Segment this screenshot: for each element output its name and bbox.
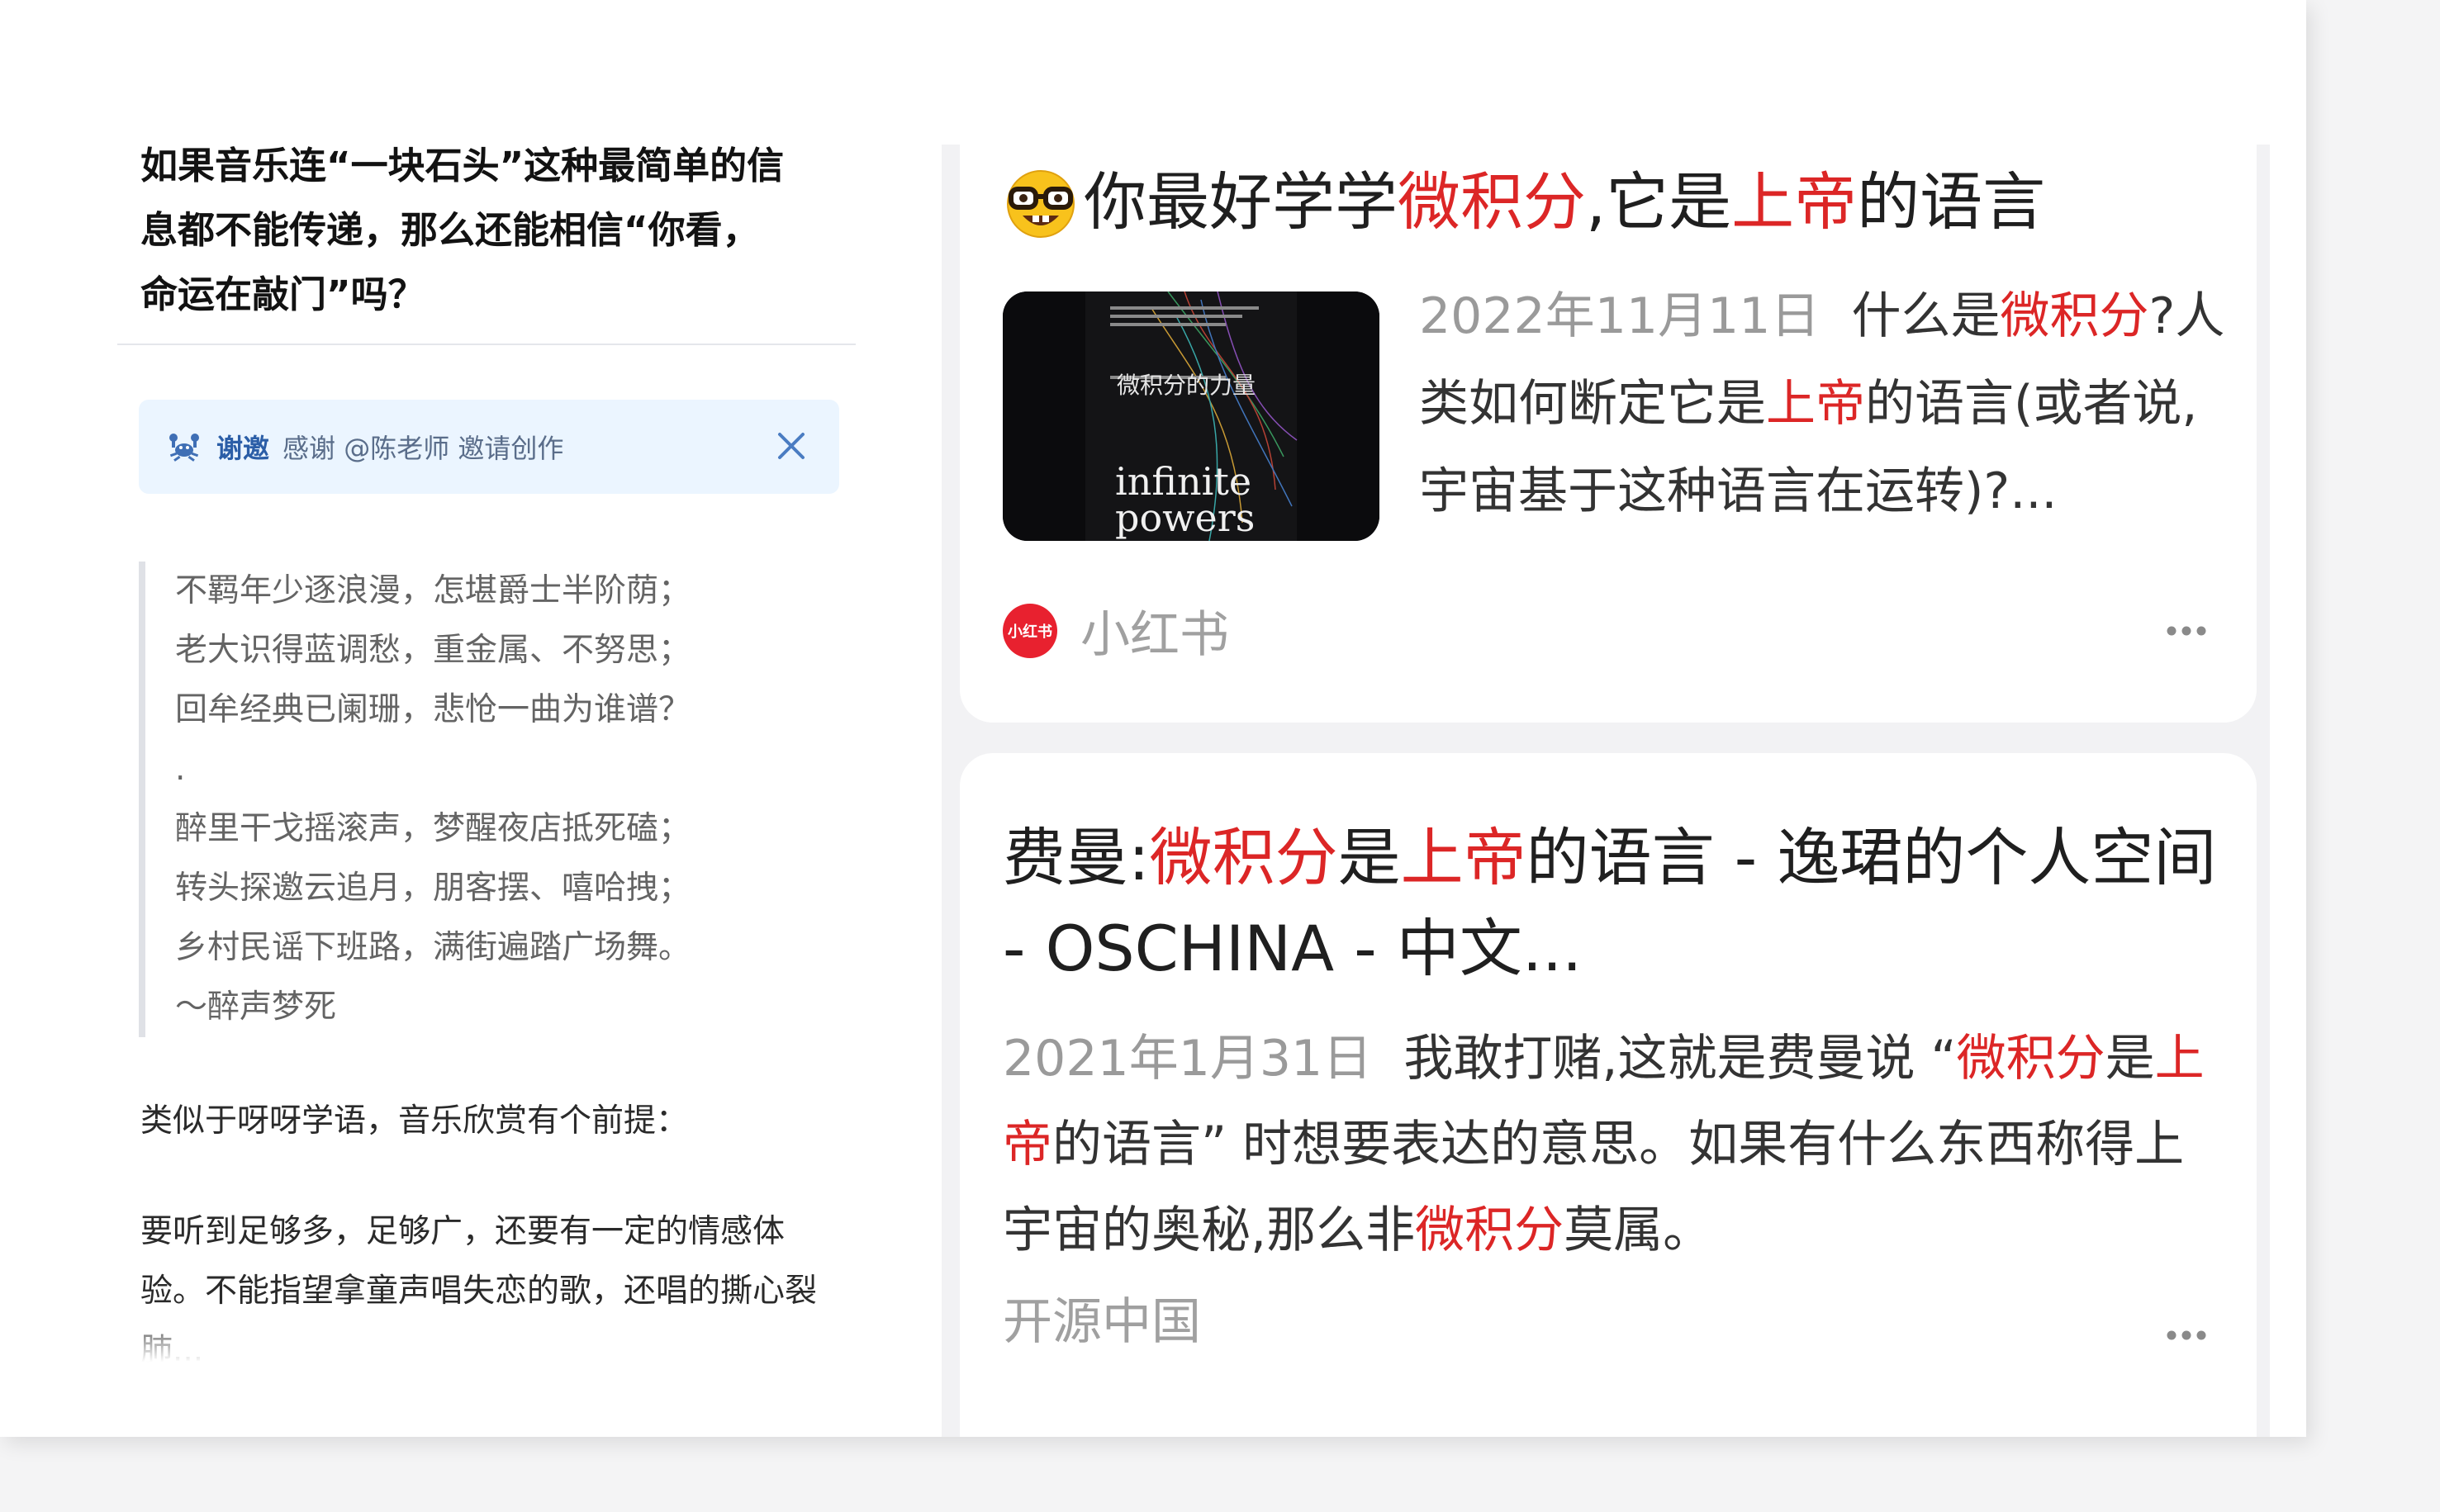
poem-line: 乡村民谣下班路，满街遍踏广场舞。 bbox=[175, 929, 691, 966]
crab-icon bbox=[167, 429, 202, 464]
result-card[interactable]: 费曼:微积分是上帝的语言 - 逸珺的个人空间 - OSCHINA - 中文...… bbox=[960, 753, 2257, 1437]
result-snippet: 2021年1月31日 我敢打赌,这就是费曼说 “微积分是上帝的语言” 时想要表达… bbox=[1003, 1016, 2225, 1273]
book-cover-thumbnail[interactable]: 微积分的力量 infinite powers bbox=[1003, 291, 1379, 541]
snippet-text: 什么是 bbox=[1851, 287, 2001, 345]
screenshot-sheet: 如果音乐连“一块石头”这种最简单的信 息都不能传递，那么还能相信“你看， 命运在… bbox=[0, 0, 2306, 1437]
snippet-text: 莫属。 bbox=[1564, 1202, 1713, 1259]
xiaohongshu-logo-icon: 小红书 bbox=[1003, 603, 1057, 658]
title-text: 的语言 bbox=[1857, 165, 2046, 239]
poem-signature: ～醉声梦死 bbox=[175, 988, 337, 1026]
question-title[interactable]: 如果音乐连“一块石头”这种最简单的信 息都不能传递，那么还能相信“你看， 命运在… bbox=[140, 134, 851, 327]
poem-line: 不羁年少逐浪漫，怎堪爵士半阶荫； bbox=[175, 572, 691, 609]
book-cover-subtitle: infinite powers bbox=[1115, 459, 1256, 540]
title-highlight: 上帝 bbox=[1400, 821, 1526, 894]
poem-blockquote: 不羁年少逐浪漫，怎堪爵士半阶荫； 老大识得蓝调愁，重金属、不努思； 回牟经典已阑… bbox=[139, 562, 824, 1037]
invite-text: 感谢 @陈老师 邀请创作 bbox=[282, 433, 564, 464]
snippet-highlight: 微积分 bbox=[1956, 1030, 2105, 1088]
more-options-icon[interactable] bbox=[2166, 625, 2207, 637]
source-name: 开源中国 bbox=[1003, 1293, 1201, 1351]
title-text: 费曼: bbox=[1003, 821, 1150, 894]
title-text: 是 bbox=[1337, 821, 1401, 894]
result-title[interactable]: 费曼:微积分是上帝的语言 - 逸珺的个人空间 - OSCHINA - 中文... bbox=[1003, 813, 2225, 994]
answer-panel: 如果音乐连“一块石头”这种最简单的信 息都不能传递，那么还能相信“你看， 命运在… bbox=[0, 0, 909, 1437]
title-highlight: 微积分 bbox=[1149, 821, 1338, 894]
result-card[interactable]: 你最好学学 微积分 ,它是 上帝 的语言 微积分的力量 infinite pow… bbox=[960, 0, 2257, 723]
close-icon[interactable] bbox=[775, 429, 808, 462]
result-source[interactable]: 小红书 小红书 bbox=[1003, 595, 1229, 666]
snippet-text: 是 bbox=[2105, 1030, 2155, 1088]
title-text: ,它是 bbox=[1586, 165, 1732, 239]
divider bbox=[117, 344, 856, 345]
snippet-highlight: 微积分 bbox=[1415, 1202, 1564, 1259]
book-cover-title: 微积分的力量 bbox=[1117, 372, 1256, 399]
result-snippet: 2022年11月11日 什么是微积分?人类如何断定它是上帝的语言(或者说,宇宙基… bbox=[1419, 273, 2229, 535]
title-text: 你最好学学 bbox=[1084, 165, 1398, 239]
title-highlight: 微积分 bbox=[1398, 165, 1586, 239]
more-options-icon[interactable] bbox=[2166, 1330, 2207, 1341]
question-line: 息都不能传递，那么还能相信“你看， bbox=[140, 208, 760, 252]
title-highlight: 上帝 bbox=[1731, 165, 1858, 239]
poem-line: 醉里干戈摇滚声，梦醒夜店抵死磕； bbox=[175, 810, 691, 847]
invite-banner: 谢邀 感谢 @陈老师 邀请创作 bbox=[139, 400, 839, 494]
question-line: 如果音乐连“一块石头”这种最简单的信 bbox=[140, 144, 785, 187]
result-title[interactable]: 你最好学学 微积分 ,它是 上帝 的语言 bbox=[1003, 161, 2045, 244]
invite-label: 谢邀 bbox=[216, 433, 270, 464]
answer-paragraph: 类似于呀呀学语，音乐欣赏有个前提： bbox=[140, 1102, 689, 1140]
poem-line: 老大识得蓝调愁，重金属、不努思； bbox=[175, 632, 691, 669]
result-date: 2022年11月11日 bbox=[1419, 287, 1821, 345]
question-line: 命运在敲门”吗？ bbox=[140, 273, 425, 316]
poem-line: 回牟经典已阑珊，悲怆一曲为谁谱？ bbox=[175, 691, 691, 728]
poem-line: 转头探邀云追月，朋客摆、嘻哈拽； bbox=[175, 870, 691, 907]
result-source[interactable]: 开源中国 bbox=[1003, 1282, 1201, 1353]
snippet-highlight: 上帝 bbox=[1766, 375, 1865, 433]
result-date: 2021年1月31日 bbox=[1003, 1030, 1373, 1088]
nerd-face-icon bbox=[1003, 164, 1079, 240]
snippet-text: 我敢打赌,这就是费曼说 “ bbox=[1403, 1030, 1957, 1088]
snippet-highlight: 微积分 bbox=[2000, 287, 2149, 345]
truncation-fade bbox=[140, 1313, 843, 1371]
source-name: 小红书 bbox=[1080, 606, 1229, 664]
poem-line: . bbox=[175, 751, 186, 788]
